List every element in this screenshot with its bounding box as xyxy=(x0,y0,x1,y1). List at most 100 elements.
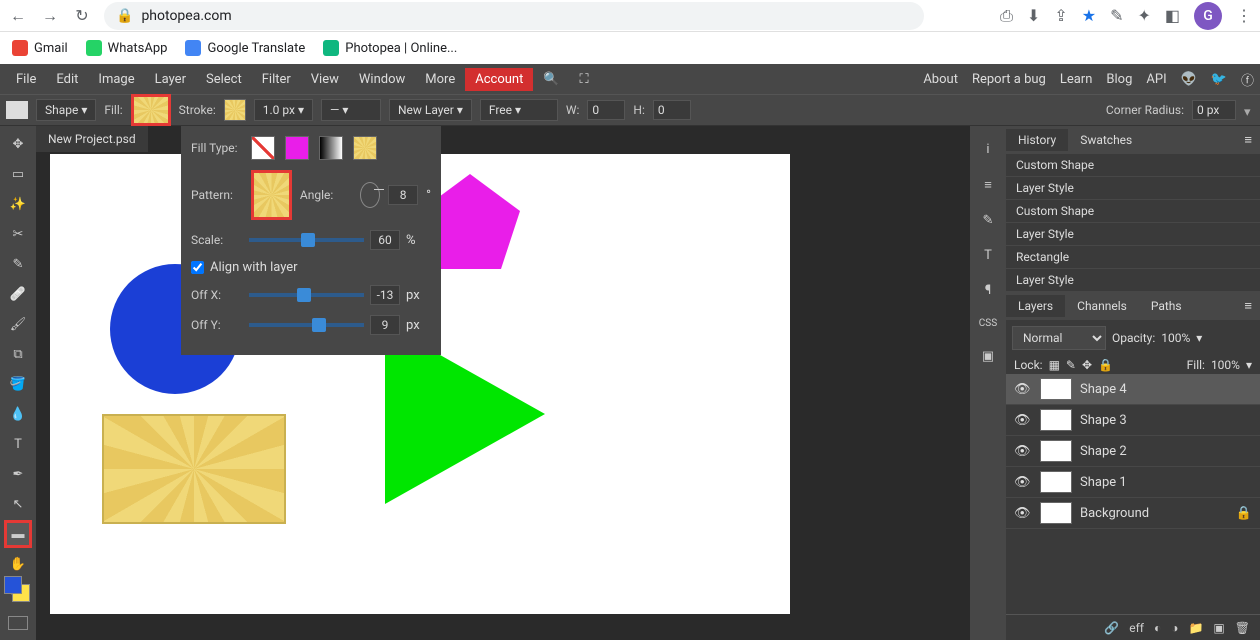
reddit-icon[interactable]: 👽 xyxy=(1181,72,1197,87)
link-layers-icon[interactable]: 🔗 xyxy=(1104,621,1119,635)
layer-effects-icon[interactable]: eff xyxy=(1129,621,1144,635)
history-item[interactable]: Layer Style xyxy=(1006,177,1260,200)
layer-item[interactable]: 👁Shape 4 xyxy=(1006,374,1260,405)
fill-pattern-swatch[interactable] xyxy=(353,136,377,160)
wand-tool[interactable]: ✨ xyxy=(4,190,32,218)
offy-input[interactable] xyxy=(370,315,400,335)
radius-dropdown-icon[interactable]: ▾ xyxy=(1244,105,1254,115)
adjustment-layer-icon[interactable]: ◑ xyxy=(1171,621,1178,635)
height-input[interactable] xyxy=(653,100,691,120)
lock-transparency-icon[interactable]: ▦ xyxy=(1049,358,1060,372)
blur-tool[interactable]: 💧 xyxy=(4,400,32,428)
history-item[interactable]: Rectangle xyxy=(1006,246,1260,269)
reload-button[interactable]: ↻ xyxy=(72,6,92,26)
color-picker[interactable] xyxy=(4,576,22,594)
menu-filter[interactable]: Filter xyxy=(252,68,301,91)
twitter-icon[interactable]: 🐦 xyxy=(1211,72,1227,87)
visibility-icon[interactable]: 👁 xyxy=(1014,444,1032,459)
bookmark-whatsapp[interactable]: WhatsApp xyxy=(86,40,168,56)
paragraph-panel-icon[interactable]: ¶ xyxy=(985,283,991,298)
new-folder-icon[interactable]: 📁 xyxy=(1188,621,1203,635)
link-learn[interactable]: Learn xyxy=(1060,72,1093,87)
layer-mask-icon[interactable]: ◐ xyxy=(1154,621,1161,635)
history-options-icon[interactable]: ≡ xyxy=(1236,128,1260,152)
layer-item[interactable]: 👁Shape 3 xyxy=(1006,405,1260,436)
fill-none-swatch[interactable] xyxy=(251,136,275,160)
menu-image[interactable]: Image xyxy=(88,68,144,91)
eyedropper-tool[interactable]: ✎ xyxy=(4,250,32,278)
align-checkbox[interactable] xyxy=(191,261,204,274)
link-blog[interactable]: Blog xyxy=(1106,72,1132,87)
visibility-icon[interactable]: 👁 xyxy=(1014,382,1032,397)
offy-slider[interactable] xyxy=(249,323,364,327)
character-panel-icon[interactable]: T xyxy=(984,248,992,263)
fullscreen-icon[interactable]: ⛶ xyxy=(570,68,599,91)
layer-item[interactable]: 👁Background🔒 xyxy=(1006,498,1260,529)
back-button[interactable]: ← xyxy=(8,6,28,26)
tab-history[interactable]: History xyxy=(1006,129,1068,151)
foreground-color[interactable] xyxy=(4,576,22,594)
install-icon[interactable]: ⎙ xyxy=(1000,6,1013,26)
url-bar[interactable]: 🔒 photopea.com xyxy=(104,2,924,30)
angle-input[interactable] xyxy=(388,185,418,205)
navigator-panel-icon[interactable]: ▣ xyxy=(982,349,994,364)
marquee-tool[interactable]: ▭ xyxy=(4,160,32,188)
radius-input[interactable] xyxy=(1192,100,1236,120)
constrain-select[interactable]: Free ▾ xyxy=(480,99,558,121)
lock-pixels-icon[interactable]: ✎ xyxy=(1066,358,1076,372)
tab-paths[interactable]: Paths xyxy=(1139,295,1194,317)
history-item[interactable]: Custom Shape xyxy=(1006,154,1260,177)
layer-mode-select[interactable]: New Layer ▾ xyxy=(389,99,472,121)
menu-window[interactable]: Window xyxy=(349,68,415,91)
fill-tool[interactable]: 🪣 xyxy=(4,370,32,398)
lock-position-icon[interactable]: ✥ xyxy=(1082,358,1092,372)
fill-swatch[interactable] xyxy=(131,94,171,126)
hand-tool[interactable]: ✋ xyxy=(4,550,32,578)
align-panel-icon[interactable]: ≡ xyxy=(984,177,992,193)
opacity-dropdown-icon[interactable]: ▾ xyxy=(1196,331,1202,345)
bookmark-photopea[interactable]: Photopea | Online... xyxy=(323,40,457,56)
clone-tool[interactable]: ⧉ xyxy=(4,340,32,368)
layers-options-icon[interactable]: ≡ xyxy=(1236,294,1260,318)
share-icon[interactable]: ⇪ xyxy=(1054,6,1067,25)
forward-button[interactable]: → xyxy=(40,6,60,26)
download-icon[interactable]: ⬇ xyxy=(1027,6,1040,25)
brush-panel-icon[interactable]: ✎ xyxy=(983,213,994,228)
blend-mode-select[interactable]: Normal xyxy=(1012,326,1106,350)
tab-channels[interactable]: Channels xyxy=(1065,295,1139,317)
info-panel-icon[interactable]: i xyxy=(986,142,989,157)
heal-tool[interactable]: 🩹 xyxy=(4,280,32,308)
layer-item[interactable]: 👁Shape 1 xyxy=(1006,467,1260,498)
profile-avatar[interactable]: G xyxy=(1194,2,1222,30)
width-input[interactable] xyxy=(587,100,625,120)
bookmark-translate[interactable]: Google Translate xyxy=(185,40,305,56)
scale-slider[interactable] xyxy=(249,238,364,242)
layer-item[interactable]: 👁Shape 2 xyxy=(1006,436,1260,467)
offx-slider[interactable] xyxy=(249,293,364,297)
layer-fill-value[interactable]: 100% xyxy=(1211,358,1240,372)
pattern-preview[interactable] xyxy=(251,170,292,220)
lock-all-icon[interactable]: 🔒 xyxy=(1098,358,1113,372)
brush-tool[interactable]: 🖌 xyxy=(4,310,32,338)
document-tab[interactable]: New Project.psd xyxy=(36,126,148,152)
opacity-value[interactable]: 100% xyxy=(1161,331,1190,345)
bookmark-star-icon[interactable]: ★ xyxy=(1082,6,1096,25)
eyedropper-icon[interactable]: ✎ xyxy=(1110,6,1123,25)
fill-color-swatch[interactable] xyxy=(285,136,309,160)
stroke-swatch[interactable] xyxy=(224,99,246,121)
scale-input[interactable] xyxy=(370,230,400,250)
fill-gradient-swatch[interactable] xyxy=(319,136,343,160)
menu-view[interactable]: View xyxy=(301,68,349,91)
link-api[interactable]: API xyxy=(1146,72,1166,87)
history-item[interactable]: Layer Style xyxy=(1006,223,1260,246)
tab-layers[interactable]: Layers xyxy=(1006,295,1065,317)
text-tool[interactable]: T xyxy=(4,430,32,458)
path-tool[interactable]: ↖ xyxy=(4,490,32,518)
extensions-icon[interactable]: ✦ xyxy=(1137,6,1150,25)
stroke-width-input[interactable]: 1.0 px ▾ xyxy=(254,99,313,121)
visibility-icon[interactable]: 👁 xyxy=(1014,475,1032,490)
stroke-style-select[interactable]: — ▾ xyxy=(321,99,381,121)
menu-icon[interactable]: ⋮ xyxy=(1236,6,1252,25)
menu-more[interactable]: More xyxy=(415,68,465,91)
search-icon[interactable]: 🔍 xyxy=(533,68,569,91)
